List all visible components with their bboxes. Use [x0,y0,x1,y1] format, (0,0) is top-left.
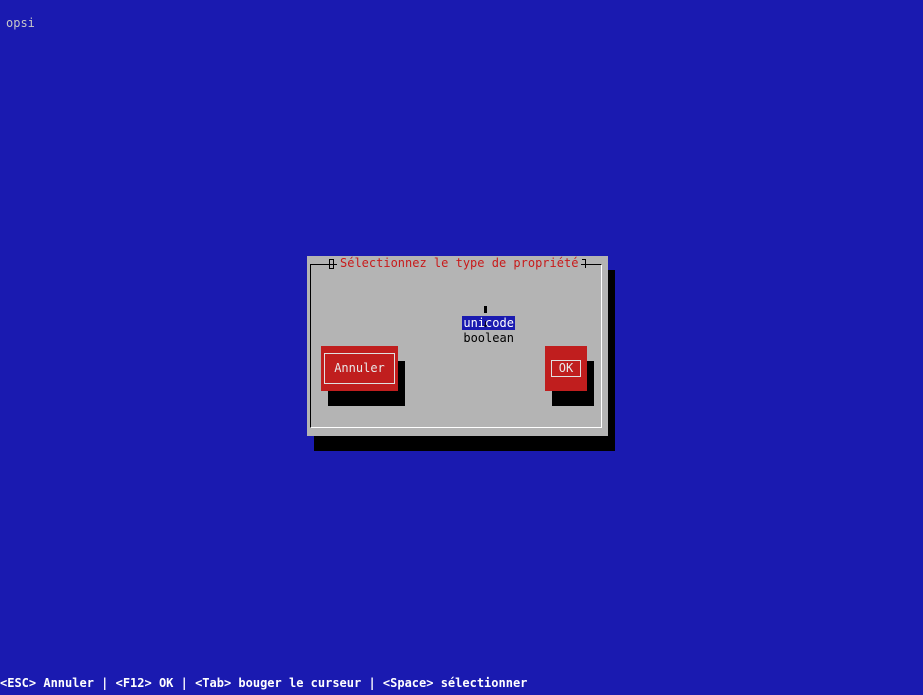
scrollbar-thumb[interactable] [484,306,487,313]
dialog-title: Sélectionnez le type de propriété [340,256,579,270]
cancel-button-label: Annuler [334,361,385,375]
list-item-unicode[interactable]: unicode [419,301,515,330]
app-title: opsi [6,16,35,30]
title-bracket-left [329,259,334,269]
scroll-down-arrow-icon[interactable]: ↓ [482,316,489,331]
property-type-dialog: Sélectionnez le type de propriété unicod… [307,256,608,436]
title-bracket-right [582,259,586,268]
keyboard-hint-bar: <ESC> Annuler | <F12> OK | <Tab> bouger … [0,676,528,690]
property-type-list[interactable]: unicode boolean [419,301,515,345]
cancel-button[interactable]: Annuler [321,346,398,391]
dialog-title-container: Sélectionnez le type de propriété [337,256,582,271]
list-item-label: unicode [462,316,515,330]
ok-button-label: OK [558,361,574,375]
list-item-label: boolean [463,331,514,345]
ok-button[interactable]: OK [545,346,587,391]
